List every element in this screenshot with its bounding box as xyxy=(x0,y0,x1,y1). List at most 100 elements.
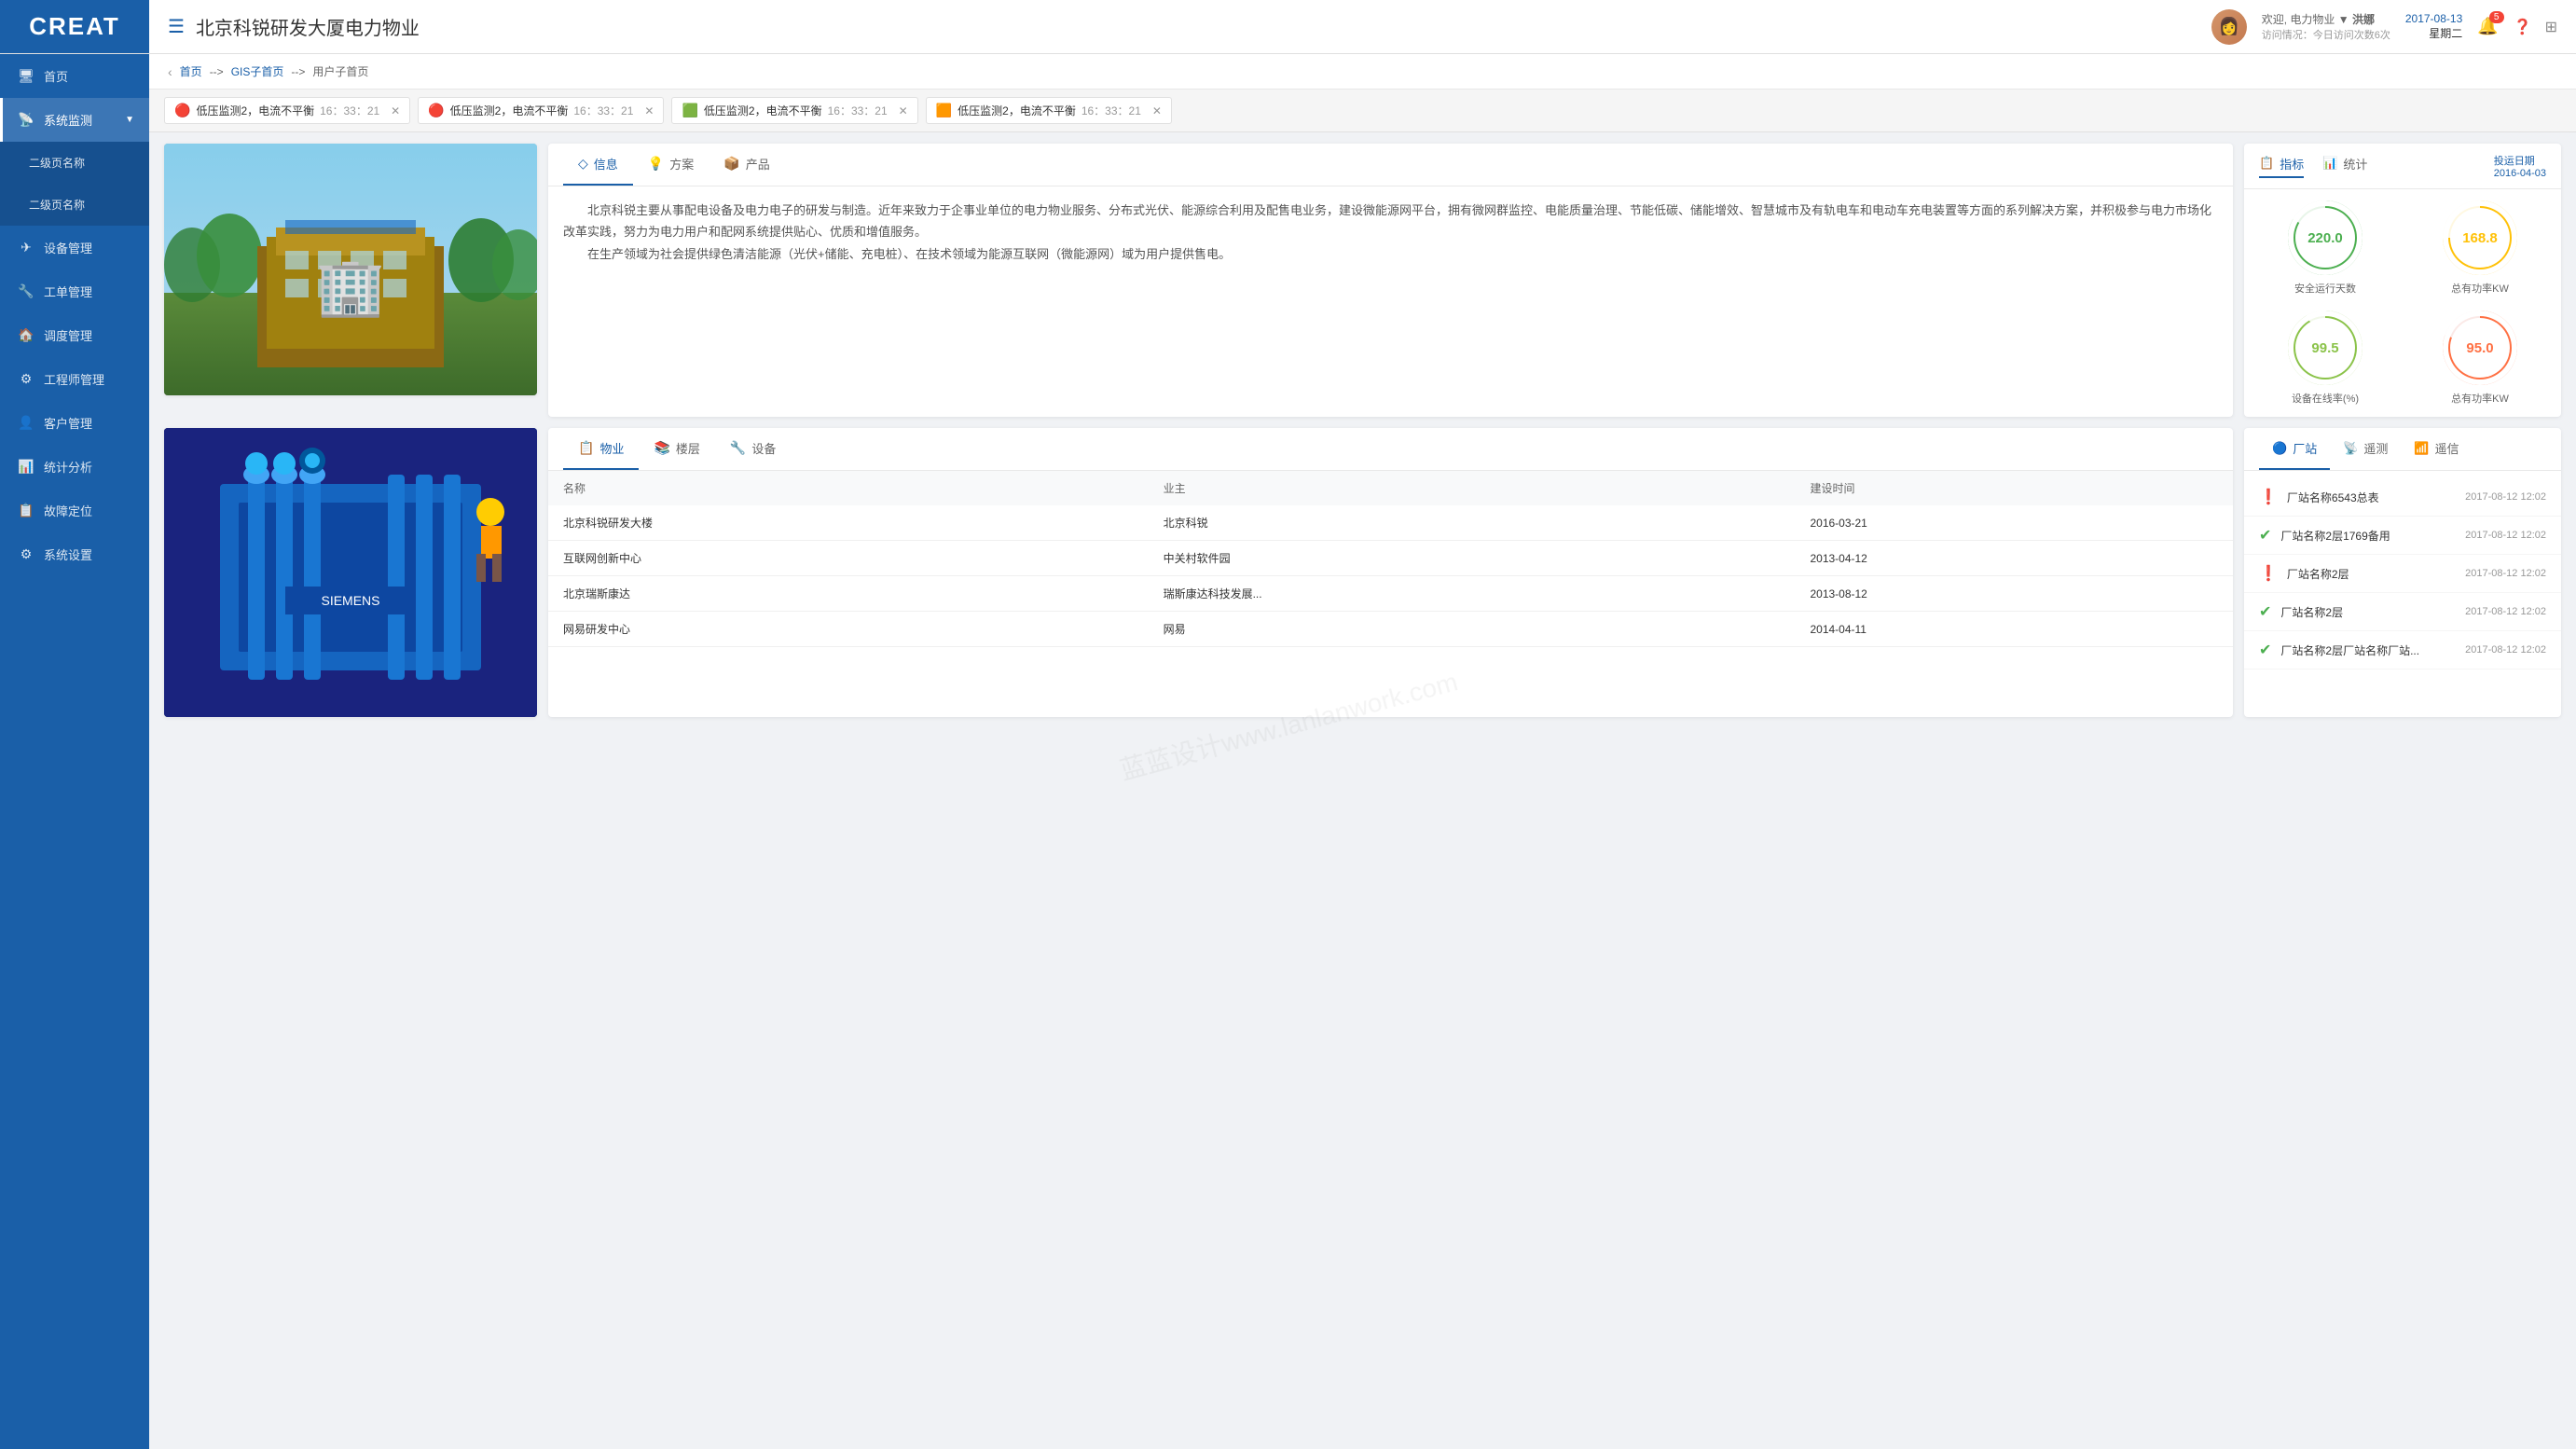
sidebar-subitem-1[interactable]: 二级页名称 xyxy=(0,142,149,184)
sidebar-item-settings[interactable]: ⚙ 系统设置 xyxy=(0,532,149,576)
breadcrumb-gis[interactable]: GIS子首页 xyxy=(231,63,284,79)
breadcrumb-back[interactable]: ‹ xyxy=(168,64,172,79)
tab-product[interactable]: 📦 产品 xyxy=(709,144,784,186)
breadcrumb-home[interactable]: 首页 xyxy=(180,63,202,79)
station-name: 厂站名称2层 xyxy=(2287,566,2456,582)
station-time: 2017-08-12 12:02 xyxy=(2465,644,2546,656)
error-icon: ❗ xyxy=(2259,488,2278,506)
header-datetime: 2017-08-13 星期二 xyxy=(2405,12,2462,41)
list-item[interactable]: ✔ 厂站名称2层厂站名称厂站... 2017-08-12 12:02 xyxy=(2244,631,2561,669)
header-right: 👩 欢迎, 电力物业 ▼ 洪娜 访问情况：今日访问次数6次 2017-08-13… xyxy=(2211,9,2576,45)
tab-info[interactable]: ◇ 信息 xyxy=(563,144,633,186)
user-greeting: 欢迎, 电力物业 ▼ 洪娜 xyxy=(2262,11,2390,27)
table-row[interactable]: 北京科锐研发大楼 北京科锐 2016-03-21 xyxy=(548,505,2233,541)
metric-circle-online-rate: 99.5 xyxy=(2288,310,2362,385)
sidebar-subitem-2[interactable]: 二级页名称 xyxy=(0,184,149,226)
sidebar-item-fault[interactable]: 📋 故障定位 xyxy=(0,489,149,532)
list-item[interactable]: ✔ 厂站名称2层 2017-08-12 12:02 xyxy=(2244,593,2561,631)
sidebar-item-equipment[interactable]: ✈ 设备管理 xyxy=(0,226,149,269)
expand-icon[interactable]: ⊞ xyxy=(2545,18,2557,36)
indicator-tab-icon: 📋 xyxy=(2259,156,2274,171)
station-time: 2017-08-12 12:02 xyxy=(2465,568,2546,579)
table-row[interactable]: 北京瑞斯康达 瑞斯康达科技发展... 2013-08-12 xyxy=(548,576,2233,612)
station-card: 🔵 厂站 📡 遥测 📶 遥信 ❗ 厂站名称 xyxy=(2244,428,2561,717)
station-tab-remote[interactable]: 📶 遥信 xyxy=(2401,428,2472,470)
alert-close-0[interactable]: ✕ xyxy=(391,104,400,117)
alert-tab-3[interactable]: 🟧 低压监测2，电流不平衡 16：33：21 ✕ xyxy=(926,97,1172,124)
station-tab-plant[interactable]: 🔵 厂站 xyxy=(2259,428,2330,470)
metric-label-online-rate: 设备在线率(%) xyxy=(2292,391,2359,406)
sidebar-item-engineer[interactable]: ⚙ 工程师管理 xyxy=(0,357,149,401)
station-name: 厂站名称2层厂站名称厂站... xyxy=(2280,642,2456,658)
list-item[interactable]: ❗ 厂站名称6543总表 2017-08-12 12:02 xyxy=(2244,478,2561,517)
metric-item-3: 95.0 总有功率KW xyxy=(2410,310,2550,406)
alert-tabs: 🔴 低压监测2，电流不平衡 16：33：21 ✕ 🔴 低压监测2，电流不平衡 1… xyxy=(149,90,2576,132)
plant-tab-icon: 🔵 xyxy=(2272,441,2287,456)
question-icon[interactable]: ❓ xyxy=(2514,18,2532,36)
alert-tab-2[interactable]: 🟩 低压监测2，电流不平衡 16：33：21 ✕ xyxy=(671,97,917,124)
fault-icon: 📋 xyxy=(18,503,34,518)
chevron-down-icon: ▼ xyxy=(125,115,134,125)
sidebar-item-dispatch[interactable]: 🏠 调度管理 xyxy=(0,313,149,357)
metrics-header: 📋 指标 📊 统计 投运日期 2016-04-03 xyxy=(2244,144,2561,189)
cell-owner: 网易 xyxy=(1149,612,1796,647)
equipment-icon: ✈ xyxy=(18,240,34,255)
sidebar-item-analytics[interactable]: 📊 统计分析 xyxy=(0,445,149,489)
alert-label-1: 低压监测2，电流不平衡 xyxy=(450,103,569,118)
tab-plan[interactable]: 💡 方案 xyxy=(633,144,709,186)
table-row[interactable]: 互联网创新中心 中关村软件园 2013-04-12 xyxy=(548,541,2233,576)
list-item[interactable]: ❗ 厂站名称2层 2017-08-12 12:02 xyxy=(2244,555,2561,593)
alert-tab-1[interactable]: 🔴 低压监测2，电流不平衡 16：33：21 ✕ xyxy=(418,97,664,124)
ok-icon: ✔ xyxy=(2259,526,2271,545)
alert-close-1[interactable]: ✕ xyxy=(644,104,654,117)
tab-floor[interactable]: 📚 楼层 xyxy=(639,428,714,470)
content-area: ‹ 首页 --> GIS子首页 --> 用户子首页 🔴 低压监测2，电流不平衡 … xyxy=(149,54,2576,1449)
cell-date: 2013-08-12 xyxy=(1795,576,2233,612)
tab-device[interactable]: 🔧 设备 xyxy=(715,428,791,470)
metric-circle-safe-days: 220.0 xyxy=(2288,200,2362,275)
metrics-tab-indicator[interactable]: 📋 指标 xyxy=(2259,155,2304,178)
cell-name: 网易研发中心 xyxy=(548,612,1149,647)
info-tab-icon: ◇ xyxy=(578,156,588,172)
metric-label-safe-days: 安全运行天数 xyxy=(2294,281,2356,296)
metric-item-0: 220.0 安全运行天数 xyxy=(2255,200,2395,296)
alert-tab-0[interactable]: 🔴 低压监测2，电流不平衡 16：33：21 ✕ xyxy=(164,97,410,124)
alert-close-3[interactable]: ✕ xyxy=(1152,104,1162,117)
station-time: 2017-08-12 12:02 xyxy=(2465,491,2546,503)
metrics-card: 📋 指标 📊 统计 投运日期 2016-04-03 xyxy=(2244,144,2561,417)
metric-value-total-power2: 95.0 xyxy=(2450,318,2510,378)
alert-close-2[interactable]: ✕ xyxy=(899,104,908,117)
top-card-row: ◇ 信息 💡 方案 📦 产品 北京科锐主要从事配电设备及电力电子的研发与制造。近 xyxy=(164,144,2561,417)
metric-label-total-power2: 总有功率KW xyxy=(2451,391,2509,406)
plan-tab-icon: 💡 xyxy=(648,156,664,172)
avatar: 👩 xyxy=(2211,9,2247,45)
station-name: 厂站名称2层1769备用 xyxy=(2280,528,2456,544)
metrics-date: 投运日期 2016-04-03 xyxy=(2494,153,2546,179)
cell-owner: 中关村软件园 xyxy=(1149,541,1796,576)
home-icon: 🖥 xyxy=(18,68,34,84)
sidebar-item-customer[interactable]: 👤 客户管理 xyxy=(0,401,149,445)
metric-item-1: 168.8 总有功率KW xyxy=(2410,200,2550,296)
station-tab-telemetry[interactable]: 📡 遥测 xyxy=(2330,428,2401,470)
cell-date: 2016-03-21 xyxy=(1795,505,2233,541)
sidebar-item-home[interactable]: 🖥 首页 xyxy=(0,54,149,98)
table-row[interactable]: 网易研发中心 网易 2014-04-11 xyxy=(548,612,2233,647)
tab-property[interactable]: 📋 物业 xyxy=(563,428,639,470)
svg-text:SIEMENS: SIEMENS xyxy=(321,593,379,608)
list-item[interactable]: ✔ 厂站名称2层1769备用 2017-08-12 12:02 xyxy=(2244,517,2561,555)
alert-time-0: 16：33：21 xyxy=(320,103,379,118)
visit-info: 访问情况：今日访问次数6次 xyxy=(2262,27,2390,42)
info-card-tabs: ◇ 信息 💡 方案 📦 产品 xyxy=(548,144,2233,186)
sidebar-item-system-monitor[interactable]: 📡 系统监测 ▼ xyxy=(0,98,149,142)
remote-tab-icon: 📶 xyxy=(2414,441,2429,456)
notification-bell[interactable]: 🔔 5 xyxy=(2477,17,2498,36)
alert-time-1: 16：33：21 xyxy=(573,103,633,118)
menu-icon[interactable]: ☰ xyxy=(168,15,185,38)
sidebar-item-workorder[interactable]: 🔧 工单管理 xyxy=(0,269,149,313)
cell-date: 2013-04-12 xyxy=(1795,541,2233,576)
workorder-icon: 🔧 xyxy=(18,283,34,299)
metrics-tab-stats[interactable]: 📊 统计 xyxy=(2322,155,2367,178)
alert-time-2: 16：33：21 xyxy=(828,103,888,118)
property-tab-icon: 📋 xyxy=(578,440,594,456)
alert-icon-red-1: 🔴 xyxy=(428,103,444,118)
